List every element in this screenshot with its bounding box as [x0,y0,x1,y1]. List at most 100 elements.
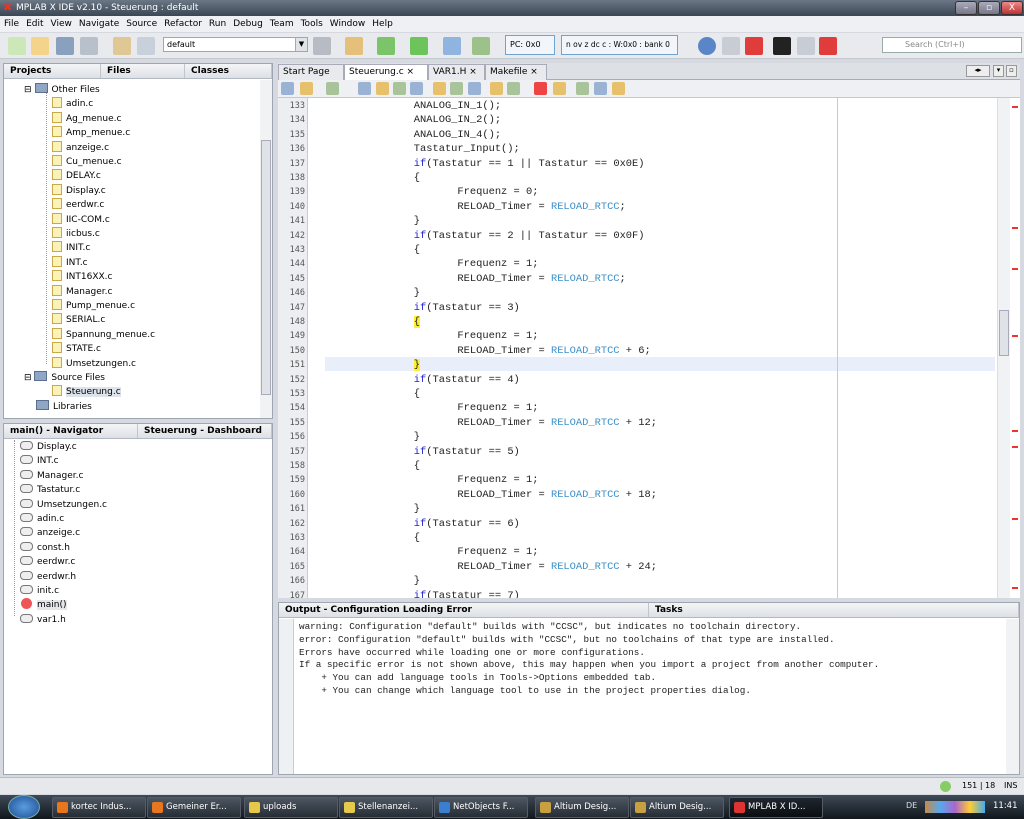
code-line[interactable]: if(Tastatur == 5) [314,445,520,459]
taskbar-item[interactable]: kortec Indus... [52,797,146,818]
tools-icon-2[interactable] [797,37,815,55]
code-line[interactable]: Frequenz = 1; [314,545,538,559]
file-item[interactable]: Spannung_menue.c [52,327,155,342]
code-line[interactable]: if(Tastatur == 7) [314,589,520,598]
tab-start-page[interactable]: Start Page × [278,64,344,92]
file-item[interactable]: Pump_menue.c [52,299,135,313]
code-line[interactable]: RELOAD_Timer = RELOAD_RTCC + 24; [314,560,657,574]
open-project-icon[interactable] [56,37,74,55]
code-line[interactable]: } [314,502,420,516]
code-line[interactable]: if(Tastatur == 3) [314,301,520,315]
tab-classes[interactable]: Classes [185,64,272,78]
clean-build-icon[interactable] [345,37,363,55]
code-line[interactable]: RELOAD_Timer = RELOAD_RTCC + 6; [314,344,650,358]
menu-refactor[interactable]: Refactor [164,16,202,32]
code-line[interactable]: ANALOG_IN_2(); [314,113,501,127]
error-mark[interactable] [1012,446,1018,448]
tab-steuerung-c[interactable]: Steuerung.c × [344,64,428,80]
save-all-icon[interactable] [80,37,98,55]
code-line[interactable]: RELOAD_Timer = RELOAD_RTCC + 18; [314,488,657,502]
code-line[interactable]: RELOAD_Timer = RELOAD_RTCC; [314,272,625,286]
menu-team[interactable]: Team [270,16,294,32]
code-line[interactable]: RELOAD_Timer = RELOAD_RTCC; [314,200,625,214]
record-macro-icon[interactable] [534,82,547,95]
start-button[interactable] [8,795,40,819]
back-icon[interactable] [281,82,294,95]
code-line[interactable]: if(Tastatur == 2 || Tastatur == 0x0F) [314,229,645,243]
taskbar-item[interactable]: NetObjects F... [434,797,528,818]
code-line[interactable]: Tastatur_Input(); [314,142,520,156]
search-input[interactable]: Search (Ctrl+I) [882,37,1022,53]
error-mark[interactable] [1012,268,1018,270]
uncomment-icon[interactable] [594,82,607,95]
code-line[interactable]: if(Tastatur == 1 || Tastatur == 0x0E) [314,157,645,171]
taskbar-item[interactable]: uploads [244,797,338,818]
tab-var1-h[interactable]: VAR1.H × [428,64,485,80]
stop-icon[interactable] [745,37,763,55]
expand-toggle-icon[interactable]: ⊟ [24,85,32,95]
find-prev-icon[interactable] [376,82,389,95]
error-mark[interactable] [1012,518,1018,520]
tab-dashboard[interactable]: Steuerung - Dashboard [138,424,272,438]
file-item[interactable]: iicbus.c [52,227,100,241]
file-item[interactable]: SERIAL.c [52,313,105,327]
find-next-icon[interactable] [393,82,406,95]
refresh-icon[interactable] [443,37,461,55]
file-item[interactable]: Display.c [52,183,106,198]
code-line[interactable]: { [314,387,420,401]
error-mark[interactable] [1012,106,1018,108]
close-icon[interactable]: × [469,67,477,77]
code-line[interactable]: Frequenz = 0; [314,185,538,199]
code-line[interactable]: Frequenz = 1; [314,473,538,487]
code-line[interactable]: Frequenz = 1; [314,401,538,415]
folder-source-files[interactable]: ⊟ Source Files [24,371,105,385]
globe-icon[interactable] [698,37,716,55]
taskbar-item[interactable]: MPLAB X ID... [729,797,823,818]
next-bookmark-icon[interactable] [450,82,463,95]
tools-icon[interactable] [722,37,740,55]
file-item[interactable]: Manager.c [52,284,112,299]
configuration-select[interactable]: default ▼ [163,37,308,52]
expand-toggle-icon[interactable]: ⊟ [24,373,34,383]
close-icon[interactable]: × [407,67,415,77]
shift-right-icon[interactable] [507,82,520,95]
taskbar-item[interactable]: Altium Desig... [630,797,724,818]
tab-makefile[interactable]: Makefile × [485,64,547,80]
navigator-item[interactable]: anzeige.c [20,526,80,540]
code-editor[interactable]: 133 134 135 136 137 138 139 140 141 142 143 144 145 1… [278,98,1020,598]
tab-list-dropdown-icon[interactable]: ▾ [993,65,1004,77]
navigator-item[interactable]: eerdwr.c [20,555,75,569]
code-line[interactable]: RELOAD_Timer = RELOAD_RTCC + 12; [314,416,657,430]
tab-files[interactable]: Files [101,64,185,78]
navigator-item[interactable]: adin.c [20,512,64,526]
navigator-item[interactable]: Tastatur.c [20,483,80,497]
shift-left-icon[interactable] [490,82,503,95]
code-line[interactable]: { [314,315,421,329]
menu-help[interactable]: Help [372,16,393,32]
error-mark[interactable] [1012,430,1018,432]
file-item[interactable]: Ag_menue.c [52,111,121,126]
code-line[interactable]: } [314,286,420,300]
file-item[interactable]: Umsetzungen.c [52,356,136,371]
menu-tools[interactable]: Tools [301,16,323,32]
code-line[interactable]: { [314,171,420,185]
notification-icon[interactable] [940,781,951,792]
navigator-item[interactable]: const.h [20,541,70,555]
scroll-thumb[interactable] [999,310,1009,356]
code-line[interactable]: Frequenz = 1; [314,329,538,343]
debug-icon[interactable] [472,37,490,55]
language-indicator[interactable]: DE [906,801,917,810]
toggle-bookmark-icon[interactable] [468,82,481,95]
navigator-item[interactable]: eerdwr.h [20,570,76,584]
code-line[interactable]: } [314,358,421,372]
code-line[interactable]: { [314,243,420,257]
tab-output[interactable]: Output - Configuration Loading Error [279,603,649,617]
folder-libraries[interactable]: Libraries [36,399,92,414]
prev-bookmark-icon[interactable] [433,82,446,95]
file-item[interactable]: Steuerung.c [52,385,121,399]
build-icon[interactable] [313,37,331,55]
navigator-item[interactable]: Umsetzungen.c [20,498,107,512]
taskbar-item[interactable]: Gemeiner Er... [147,797,241,818]
file-item[interactable]: INT.c [52,255,88,270]
new-file-icon[interactable] [8,37,26,55]
